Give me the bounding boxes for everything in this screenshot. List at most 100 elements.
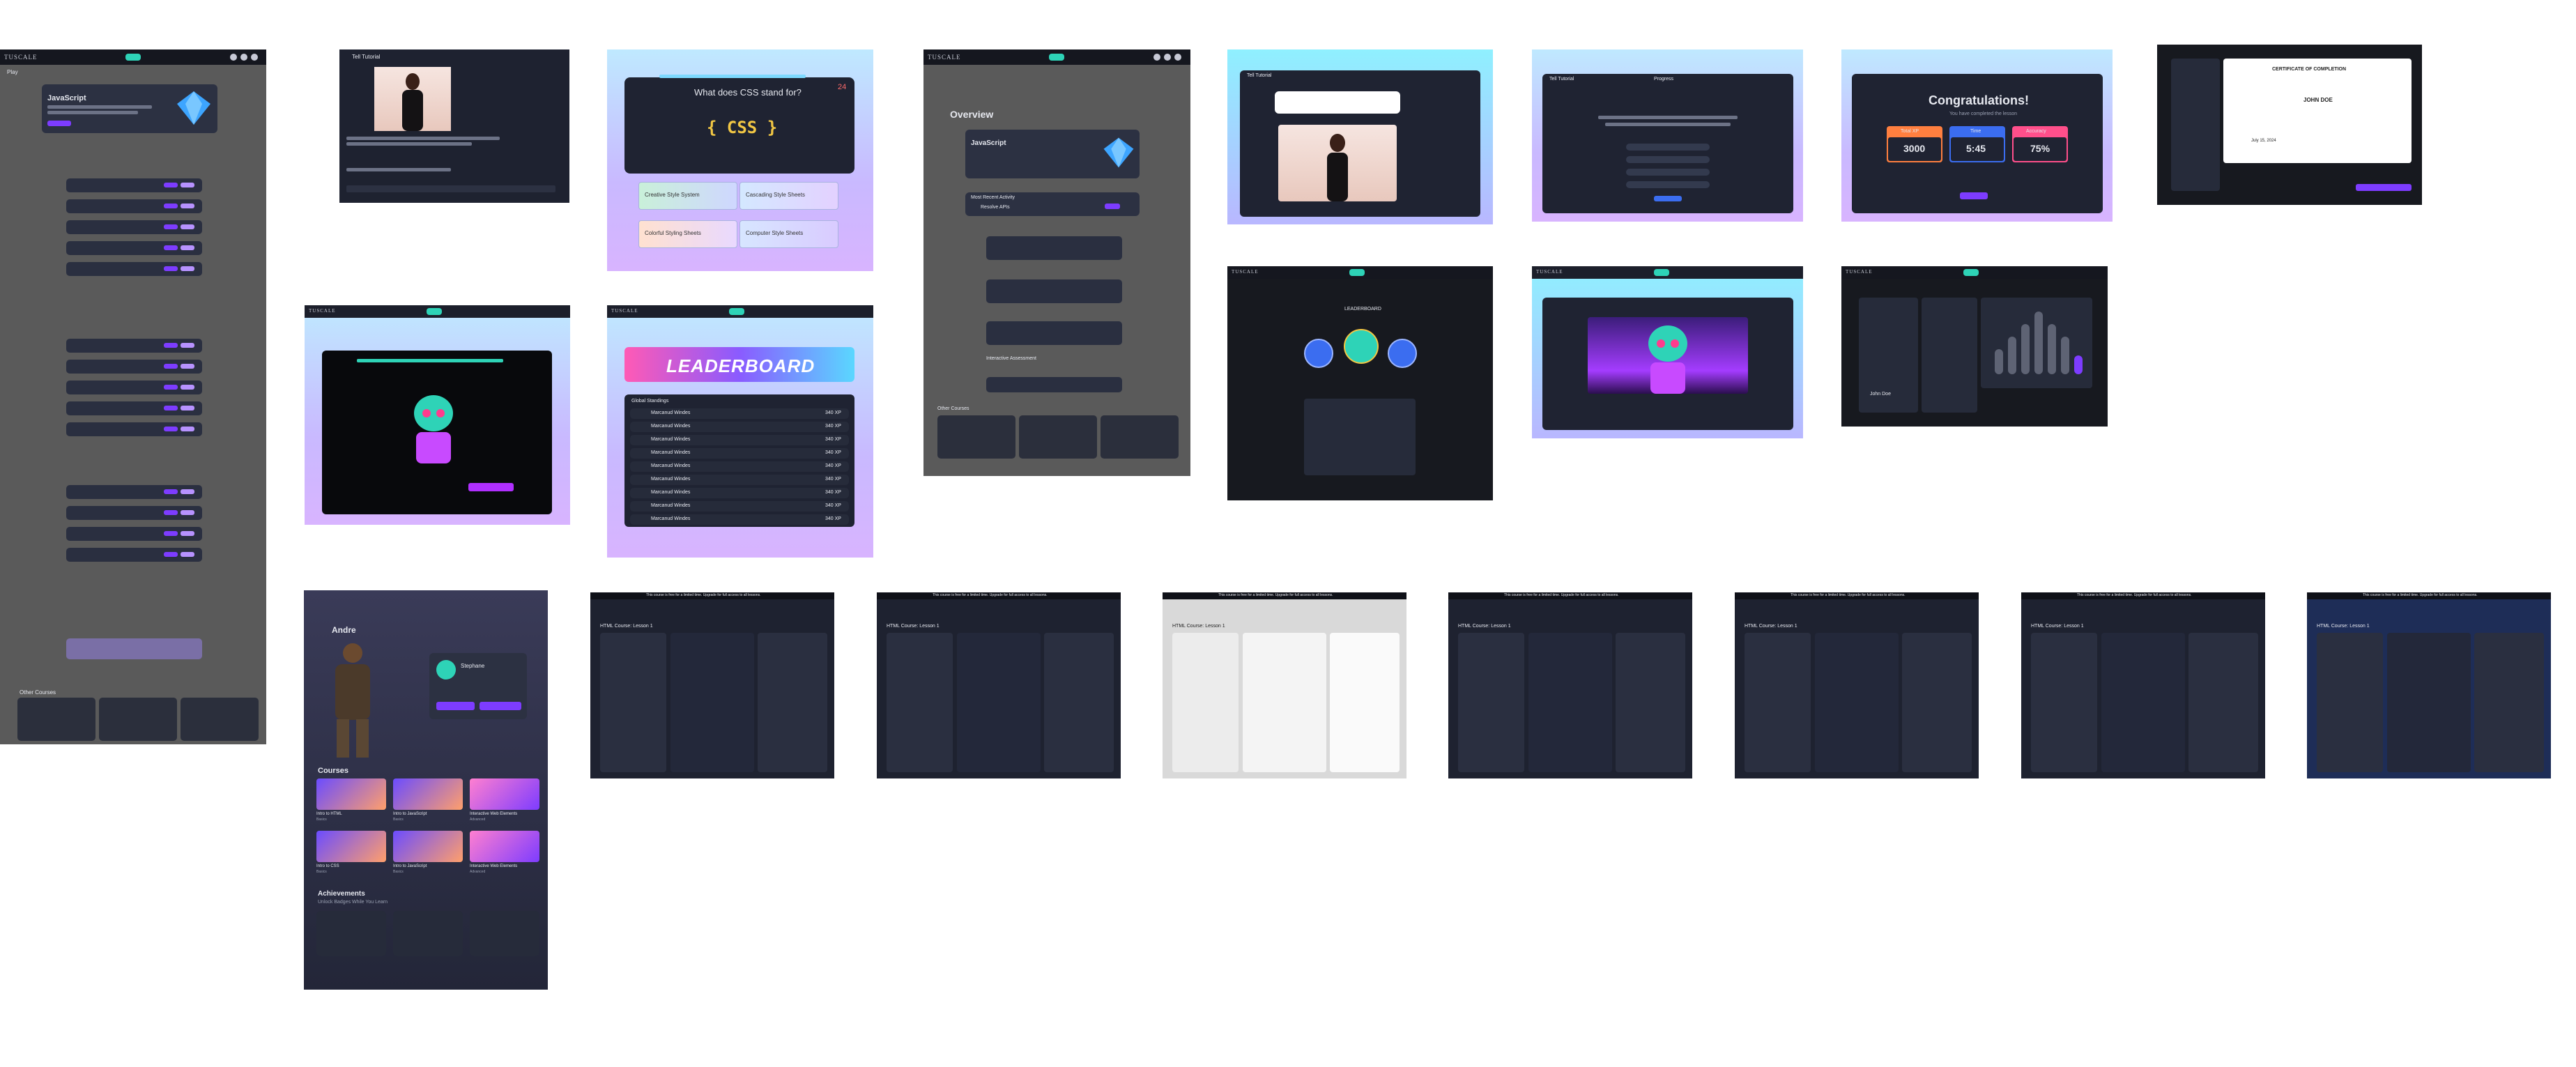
lesson-row[interactable] [66,485,202,499]
play-pill[interactable] [1963,269,1979,276]
quiz-option[interactable]: Creative Style System [638,182,737,210]
chat-pane [1745,633,1811,772]
lesson-row[interactable] [66,241,202,255]
code-editor[interactable] [1815,633,1899,772]
avatar-icon[interactable] [1153,54,1160,61]
lesson-title: HTML Course: Lesson 1 [600,624,653,629]
play-pill[interactable] [125,54,141,61]
course-card[interactable]: Interactive Web Elements Advanced [470,831,539,876]
lesson-row[interactable] [66,527,202,541]
player-xp: 340 XP [825,503,841,508]
lesson-row[interactable] [66,262,202,276]
avatar-icon[interactable] [230,54,237,61]
player-xp: 340 XP [825,450,841,455]
bell-icon[interactable] [1164,54,1171,61]
lesson-row[interactable] [66,381,202,394]
other-course-card[interactable] [937,415,1015,459]
course-card[interactable]: Interactive Web Elements Advanced [470,778,539,824]
editor-screen: This course is free for a limited time. … [1163,592,1406,778]
play-pill[interactable] [1049,54,1064,61]
profile-name: Andre [332,625,356,635]
course-card[interactable]: Intro to JavaScript Basics [393,831,463,876]
get-certificate-button[interactable] [2356,184,2412,191]
assessment-card[interactable] [66,638,202,659]
chat-pane [887,633,953,772]
quiz-option[interactable]: Colorful Styling Sheets [638,220,737,248]
lesson-row[interactable] [66,360,202,374]
post-caption-line [346,137,500,140]
quiz-question: What does CSS stand for? [694,87,802,98]
answer-option[interactable] [1626,144,1710,151]
message-button[interactable] [480,702,521,710]
course-thumbnail [316,831,386,862]
settings-icon[interactable] [251,54,258,61]
watch-courses-button[interactable] [436,702,475,710]
code-editor[interactable] [1243,633,1326,772]
congrats-frame: Congratulations! You have completed the … [1841,49,2113,222]
lesson-row[interactable] [66,422,202,436]
answer-option[interactable] [1626,181,1710,188]
lesson-row[interactable] [66,506,202,520]
course-name: Interactive Web Elements [470,864,518,868]
continue-button[interactable] [1960,192,1988,199]
other-course-card[interactable] [99,698,177,741]
recent-activity-card[interactable]: Most Recent Activity Resolve APIs [965,192,1140,216]
play-pill[interactable] [1654,269,1669,276]
avatar [1388,339,1417,368]
submit-button[interactable] [1654,196,1682,201]
answer-option[interactable] [1626,169,1710,176]
leaderboard-row: Marcanud Windes 340 XP [630,475,849,485]
code-editor[interactable] [2101,633,2185,772]
other-courses-label: Other Courses [20,689,56,696]
module-card[interactable] [986,279,1122,303]
course-card[interactable]: Intro to JavaScript Basics [393,778,463,824]
badge-card[interactable] [316,911,386,956]
continue-button[interactable] [468,483,514,491]
reply-input[interactable] [346,185,555,192]
quiz-option[interactable]: Computer Style Sheets [739,220,838,248]
video-thumbnail[interactable] [374,67,451,131]
play-pill[interactable] [1349,269,1365,276]
lesson-row[interactable] [66,178,202,192]
skill-bar [2074,355,2083,374]
course-card[interactable]: Intro to CSS Basics [316,831,386,876]
bell-icon[interactable] [240,54,247,61]
lesson-row[interactable] [66,401,202,415]
certificate-frame: CERTIFICATE OF COMPLETION JOHN DOE July … [2157,45,2422,205]
assessment-card[interactable] [986,377,1122,392]
badge-card[interactable] [393,911,463,956]
course-meta: Basics [393,870,404,874]
quiz-option[interactable]: Cascading Style Sheets [739,182,838,210]
play-pill[interactable] [427,308,442,315]
skill-bar [2021,324,2030,374]
settings-icon[interactable] [1174,54,1181,61]
lesson-row[interactable] [66,220,202,234]
top-navbar: TUSCALE [1841,266,2108,279]
answer-option[interactable] [1626,156,1710,163]
code-editor[interactable] [957,633,1041,772]
certificate-card: CERTIFICATE OF COMPLETION JOHN DOE July … [2223,59,2412,163]
badge-card[interactable] [470,911,539,956]
code-editor[interactable] [1528,633,1612,772]
editor-screen: This course is free for a limited time. … [1735,592,1979,778]
lesson-row[interactable] [66,339,202,353]
other-course-card[interactable] [181,698,259,741]
code-editor[interactable] [2387,633,2471,772]
resume-button[interactable] [1105,204,1120,209]
play-label[interactable]: Play [7,69,18,75]
other-course-card[interactable] [1101,415,1179,459]
other-course-card[interactable] [1019,415,1097,459]
player-name: Marcanud Windes [651,424,691,429]
course-card[interactable]: Intro to HTML Basics [316,778,386,824]
module-card[interactable] [986,236,1122,260]
play-pill[interactable] [729,308,744,315]
other-course-card[interactable] [17,698,95,741]
preview-pane [1044,633,1114,772]
lesson-row[interactable] [66,199,202,213]
module-card[interactable] [986,321,1122,345]
avatar [436,660,456,680]
code-editor[interactable] [670,633,754,772]
player-name: Marcanud Windes [651,450,691,455]
start-learning-button[interactable] [47,121,71,126]
lesson-row[interactable] [66,548,202,562]
